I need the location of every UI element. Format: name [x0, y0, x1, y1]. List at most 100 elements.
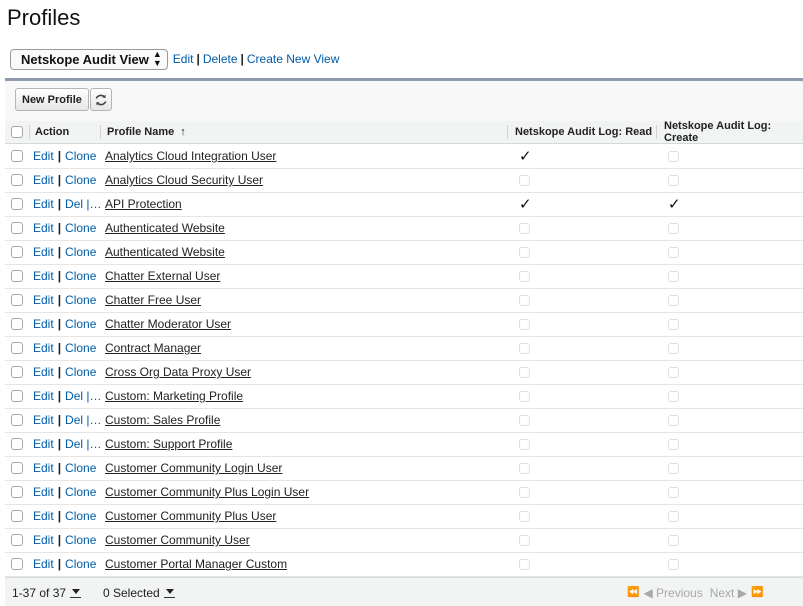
- profile-name-link[interactable]: API Protection: [105, 197, 182, 211]
- row-checkbox[interactable]: [11, 558, 23, 570]
- clone-link[interactable]: Clone: [65, 341, 96, 355]
- edit-link[interactable]: Edit: [33, 509, 54, 523]
- clone-link[interactable]: Clone: [65, 317, 96, 331]
- row-checkbox[interactable]: [11, 342, 23, 354]
- row-checkbox[interactable]: [11, 198, 23, 210]
- profile-name-link[interactable]: Cross Org Data Proxy User: [105, 365, 251, 379]
- range-dropdown-icon[interactable]: [70, 587, 82, 598]
- edit-link[interactable]: Edit: [33, 197, 54, 211]
- edit-link[interactable]: Edit: [33, 293, 54, 307]
- profile-name-link[interactable]: Analytics Cloud Security User: [105, 173, 263, 187]
- clone-link[interactable]: Clone: [65, 269, 96, 283]
- profile-name-link[interactable]: Chatter Free User: [105, 293, 201, 307]
- edit-view-link[interactable]: Edit: [173, 52, 194, 66]
- profile-name-link[interactable]: Chatter External User: [105, 269, 220, 283]
- clone-link[interactable]: Clone: [65, 173, 96, 187]
- edit-link[interactable]: Edit: [33, 389, 54, 403]
- row-checkbox[interactable]: [11, 294, 23, 306]
- action-divider: |: [57, 389, 62, 403]
- edit-link[interactable]: Edit: [33, 317, 54, 331]
- edit-link[interactable]: Edit: [33, 461, 54, 475]
- edit-link[interactable]: Edit: [33, 485, 54, 499]
- first-page-icon[interactable]: ⏪: [627, 587, 639, 598]
- create-permission-cell: [668, 264, 679, 288]
- profile-name-link[interactable]: Custom: Sales Profile: [105, 413, 220, 427]
- action-header: Action: [35, 126, 70, 138]
- profile-name-link[interactable]: Customer Portal Manager Custom: [105, 557, 287, 571]
- clone-link[interactable]: Clone: [65, 509, 96, 523]
- edit-link[interactable]: Edit: [33, 269, 54, 283]
- delete-link[interactable]: Del |…: [65, 437, 101, 451]
- clone-link[interactable]: Clone: [65, 245, 96, 259]
- delete-link[interactable]: Del |…: [65, 413, 101, 427]
- edit-link[interactable]: Edit: [33, 437, 54, 451]
- clone-link[interactable]: Clone: [65, 365, 96, 379]
- unchecked-box: [519, 486, 530, 498]
- edit-link[interactable]: Edit: [33, 341, 54, 355]
- profile-name-link[interactable]: Customer Community User: [105, 533, 250, 547]
- row-checkbox[interactable]: [11, 174, 23, 186]
- create-view-link[interactable]: Create New View: [247, 52, 339, 66]
- profile-name-link[interactable]: Customer Community Login User: [105, 461, 282, 475]
- row-checkbox[interactable]: [11, 534, 23, 546]
- delete-link[interactable]: Del |…: [65, 389, 101, 403]
- clone-link[interactable]: Clone: [65, 221, 96, 235]
- row-checkbox[interactable]: [11, 270, 23, 282]
- view-bar: Netskope Audit View ▲ ▼ Edit | Delete | C…: [10, 48, 339, 70]
- read-header[interactable]: Netskope Audit Log: Read: [515, 121, 652, 143]
- profile-name-link[interactable]: Customer Community Plus User: [105, 509, 276, 523]
- previous-page-link[interactable]: ◀ Previous: [643, 586, 702, 600]
- profile-name-link[interactable]: Authenticated Website: [105, 221, 225, 235]
- create-header[interactable]: Netskope Audit Log: Create: [664, 120, 803, 144]
- new-profile-button[interactable]: New Profile: [15, 88, 89, 111]
- clone-link[interactable]: Clone: [65, 149, 96, 163]
- profile-name-link[interactable]: Analytics Cloud Integration User: [105, 149, 276, 163]
- edit-link[interactable]: Edit: [33, 173, 54, 187]
- refresh-button[interactable]: [90, 88, 112, 111]
- row-checkbox[interactable]: [11, 222, 23, 234]
- selected-count[interactable]: 0 Selected: [103, 578, 175, 606]
- last-page-icon[interactable]: ⏩: [751, 587, 763, 598]
- select-all-checkbox[interactable]: [11, 126, 23, 138]
- edit-link[interactable]: Edit: [33, 365, 54, 379]
- edit-link[interactable]: Edit: [33, 557, 54, 571]
- create-permission-cell: [668, 528, 679, 552]
- row-checkbox[interactable]: [11, 246, 23, 258]
- row-checkbox[interactable]: [11, 150, 23, 162]
- edit-link[interactable]: Edit: [33, 413, 54, 427]
- row-checkbox[interactable]: [11, 510, 23, 522]
- edit-link[interactable]: Edit: [33, 245, 54, 259]
- clone-link[interactable]: Clone: [65, 557, 96, 571]
- view-select[interactable]: Netskope Audit View ▲ ▼: [10, 48, 168, 70]
- clone-link[interactable]: Clone: [65, 293, 96, 307]
- row-checkbox[interactable]: [11, 366, 23, 378]
- profile-name-link[interactable]: Authenticated Website: [105, 245, 225, 259]
- profile-name-link[interactable]: Custom: Support Profile: [105, 437, 232, 451]
- selected-dropdown-icon[interactable]: [163, 587, 175, 598]
- profile-name-header[interactable]: Profile Name ↑: [107, 121, 186, 143]
- next-page-link[interactable]: Next ▶: [710, 586, 747, 600]
- profile-name-link[interactable]: Chatter Moderator User: [105, 317, 231, 331]
- clone-link[interactable]: Clone: [65, 485, 96, 499]
- row-checkbox[interactable]: [11, 486, 23, 498]
- record-range[interactable]: 1-37 of 37: [12, 578, 82, 606]
- edit-link[interactable]: Edit: [33, 221, 54, 235]
- clone-link[interactable]: Clone: [65, 533, 96, 547]
- row-checkbox[interactable]: [11, 462, 23, 474]
- row-checkbox[interactable]: [11, 318, 23, 330]
- delete-view-link[interactable]: Delete: [203, 52, 238, 66]
- profile-name-link[interactable]: Customer Community Plus Login User: [105, 485, 309, 499]
- profile-name-link[interactable]: Custom: Marketing Profile: [105, 389, 243, 403]
- row-checkbox[interactable]: [11, 414, 23, 426]
- row-checkbox[interactable]: [11, 390, 23, 402]
- row-select-cell: [11, 456, 23, 480]
- clone-link[interactable]: Clone: [65, 461, 96, 475]
- delete-link[interactable]: Del |…: [65, 197, 101, 211]
- unchecked-box: [519, 390, 530, 402]
- edit-link[interactable]: Edit: [33, 533, 54, 547]
- row-select-cell: [11, 288, 23, 312]
- profile-name-link[interactable]: Contract Manager: [105, 341, 201, 355]
- edit-link[interactable]: Edit: [33, 149, 54, 163]
- row-checkbox[interactable]: [11, 438, 23, 450]
- profile-name-cell: Customer Community Login User: [105, 456, 282, 480]
